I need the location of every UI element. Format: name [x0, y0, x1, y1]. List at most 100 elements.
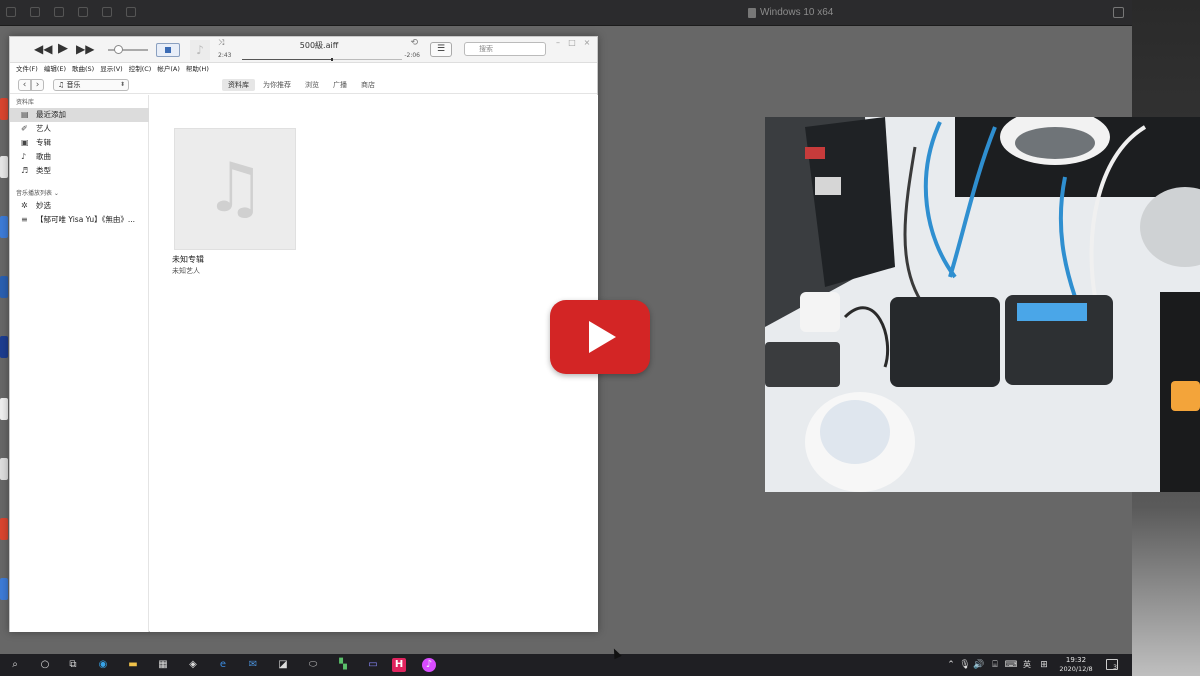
- app-icon[interactable]: ▚: [336, 658, 350, 672]
- album-title[interactable]: 未知专辑: [172, 254, 204, 265]
- sidebar-item-label: 【郁可唯 Yisa Yu】《無由》...: [36, 215, 136, 224]
- volume-icon[interactable]: 🔊: [972, 658, 986, 672]
- back-button[interactable]: ‹: [18, 79, 31, 91]
- minimize-icon[interactable]: –: [554, 39, 562, 47]
- sidebar-item-label: 最近添加: [36, 110, 66, 119]
- menu-file[interactable]: 文件(F): [16, 63, 38, 76]
- progress-knob[interactable]: [330, 58, 333, 61]
- media-kind-select[interactable]: ♫ 音乐 ⬍: [53, 79, 129, 91]
- repeat-icon[interactable]: ⟲: [410, 38, 418, 48]
- menu-song[interactable]: 歌曲(S): [72, 63, 94, 76]
- tab-browse[interactable]: 浏览: [299, 79, 325, 91]
- desktop-shortcut-icon[interactable]: [0, 276, 8, 298]
- notification-count: 3: [1113, 664, 1117, 671]
- search-icon[interactable]: ⌕: [8, 658, 22, 672]
- vm-restore-button[interactable]: [1113, 7, 1124, 18]
- album-artist[interactable]: 未知艺人: [172, 266, 200, 276]
- snipping-tool-icon[interactable]: ◪: [276, 658, 290, 672]
- app-icon[interactable]: ▭: [366, 658, 380, 672]
- system-clock[interactable]: 19:32 2020/12/8: [1056, 656, 1096, 674]
- now-playing-artwork: ♪: [190, 40, 210, 60]
- sidebar-library-header: 资料库: [16, 99, 35, 106]
- desktop-shortcut-icon[interactable]: [0, 578, 8, 600]
- tab-library[interactable]: 资料库: [222, 79, 255, 91]
- sidebar-item-recently-added[interactable]: ▤ 最近添加: [10, 108, 149, 122]
- vm-toolbar-icon[interactable]: [30, 7, 40, 17]
- tab-store[interactable]: 商店: [355, 79, 381, 91]
- vm-toolbar-icon[interactable]: [54, 7, 64, 17]
- sidebar-item-playlist[interactable]: ≡ 【郁可唯 Yisa Yu】《無由》...: [10, 213, 149, 227]
- fast-forward-button[interactable]: ▶▶: [76, 42, 94, 56]
- sidebar-playlists-header[interactable]: 音乐播放列表 ⌄: [16, 188, 59, 197]
- recent-icon: ▤: [21, 110, 29, 119]
- network-icon[interactable]: ⌸: [988, 658, 1002, 672]
- desktop-shortcut-icon[interactable]: [0, 98, 8, 120]
- nav-bar: ‹ › ♫ 音乐 ⬍ 资料库 为你推荐 浏览 广播 商店: [10, 76, 597, 94]
- desktop-shortcut-icon[interactable]: [0, 398, 8, 420]
- player-bar: ◀◀ ▶ ▶▶ ♪ ⤨ 500級.aiff ⟲ 2:43 -2:06 ☰ ⌕ 搜…: [10, 37, 597, 63]
- forward-button[interactable]: ›: [31, 79, 44, 91]
- microphone-icon[interactable]: 🎙: [958, 658, 972, 672]
- desktop-shortcut-icon[interactable]: [0, 156, 8, 178]
- app-icon[interactable]: ◈: [186, 658, 200, 672]
- tab-radio[interactable]: 广播: [327, 79, 353, 91]
- sidebar-item-artists[interactable]: ✐ 艺人: [10, 122, 149, 136]
- close-icon[interactable]: ×: [583, 39, 591, 47]
- mail-icon[interactable]: ✉: [246, 658, 260, 672]
- app-icon[interactable]: ⬭: [306, 658, 320, 672]
- maximize-icon[interactable]: □: [568, 39, 576, 47]
- internet-explorer-icon[interactable]: e: [216, 658, 230, 672]
- sidebar-item-songs[interactable]: ♪ 歌曲: [10, 150, 149, 164]
- ime-mode-icon[interactable]: ⊞: [1037, 658, 1051, 672]
- file-explorer-icon[interactable]: ▬: [126, 658, 140, 672]
- vm-toolbar-icon[interactable]: [126, 7, 136, 17]
- desktop-shortcut-icon[interactable]: [0, 458, 8, 480]
- menu-controls[interactable]: 控制(C): [129, 63, 152, 76]
- clock-time: 19:32: [1065, 656, 1087, 664]
- notification-center-icon[interactable]: 3: [1106, 659, 1118, 671]
- playlist-icon: ≡: [21, 215, 28, 224]
- ime-indicator[interactable]: 英: [1020, 658, 1034, 672]
- search-input[interactable]: 搜索: [464, 42, 546, 56]
- airplay-button[interactable]: [156, 43, 180, 57]
- h-app-icon[interactable]: H: [392, 658, 406, 672]
- camera-video-feed: [765, 117, 1200, 492]
- task-view-icon[interactable]: ⧉: [66, 658, 80, 672]
- itunes-icon[interactable]: ♪: [422, 658, 436, 672]
- album-grid: ♫ 未知专辑 未知艺人: [150, 95, 598, 632]
- play-button[interactable]: ▶: [58, 42, 68, 56]
- tab-for-you[interactable]: 为你推荐: [257, 79, 297, 91]
- vm-toolbar-icon[interactable]: [6, 7, 16, 17]
- vm-toolbar-icon[interactable]: [102, 7, 112, 17]
- volume-knob[interactable]: [114, 45, 123, 54]
- desktop-shortcut-icon[interactable]: [0, 336, 8, 358]
- menu-bar: 文件(F) 编辑(E) 歌曲(S) 显示(V) 控制(C) 帐户(A) 帮助(H…: [10, 63, 597, 76]
- tab-bar: 资料库 为你推荐 浏览 广播 商店: [222, 79, 381, 91]
- keyboard-icon[interactable]: ⌨: [1004, 658, 1018, 672]
- vm-window-icon: [748, 8, 756, 18]
- chevron-up-icon[interactable]: ⌃: [944, 658, 958, 672]
- menu-help[interactable]: 帮助(H): [186, 63, 209, 76]
- up-next-button[interactable]: ☰: [430, 42, 452, 57]
- sidebar-item-genius[interactable]: ✲ 妙选: [10, 199, 149, 213]
- sidebar-item-genres[interactable]: ♬ 类型: [10, 164, 149, 178]
- store-icon[interactable]: ▦: [156, 658, 170, 672]
- menu-view[interactable]: 显示(V): [100, 63, 123, 76]
- menu-edit[interactable]: 编辑(E): [44, 63, 66, 76]
- album-artwork[interactable]: ♫: [174, 128, 296, 250]
- desktop-shortcut-icon[interactable]: [0, 216, 8, 238]
- edge-icon[interactable]: ◉: [96, 658, 110, 672]
- vm-titlebar: Windows 10 x64: [0, 0, 1132, 26]
- mic-icon: ✐: [21, 124, 28, 133]
- desktop-shortcut-icon[interactable]: [0, 518, 8, 540]
- clock-date: 2020/12/8: [1059, 665, 1093, 673]
- video-play-button[interactable]: [550, 300, 650, 374]
- cortana-icon[interactable]: ○: [38, 658, 52, 672]
- rewind-button[interactable]: ◀◀: [34, 42, 52, 56]
- sidebar: 资料库 ▤ 最近添加 ✐ 艺人 ▣ 专辑 ♪ 歌曲 ♬ 类型 音乐播放列表 ⌄ ✲ 妙选 ≡…: [10, 95, 149, 632]
- menu-account[interactable]: 帐户(A): [157, 63, 180, 76]
- vm-toolbar-icon[interactable]: [78, 7, 88, 17]
- progress-bar[interactable]: [242, 58, 402, 61]
- sidebar-item-albums[interactable]: ▣ 专辑: [10, 136, 149, 150]
- camera-photo: [765, 117, 1200, 492]
